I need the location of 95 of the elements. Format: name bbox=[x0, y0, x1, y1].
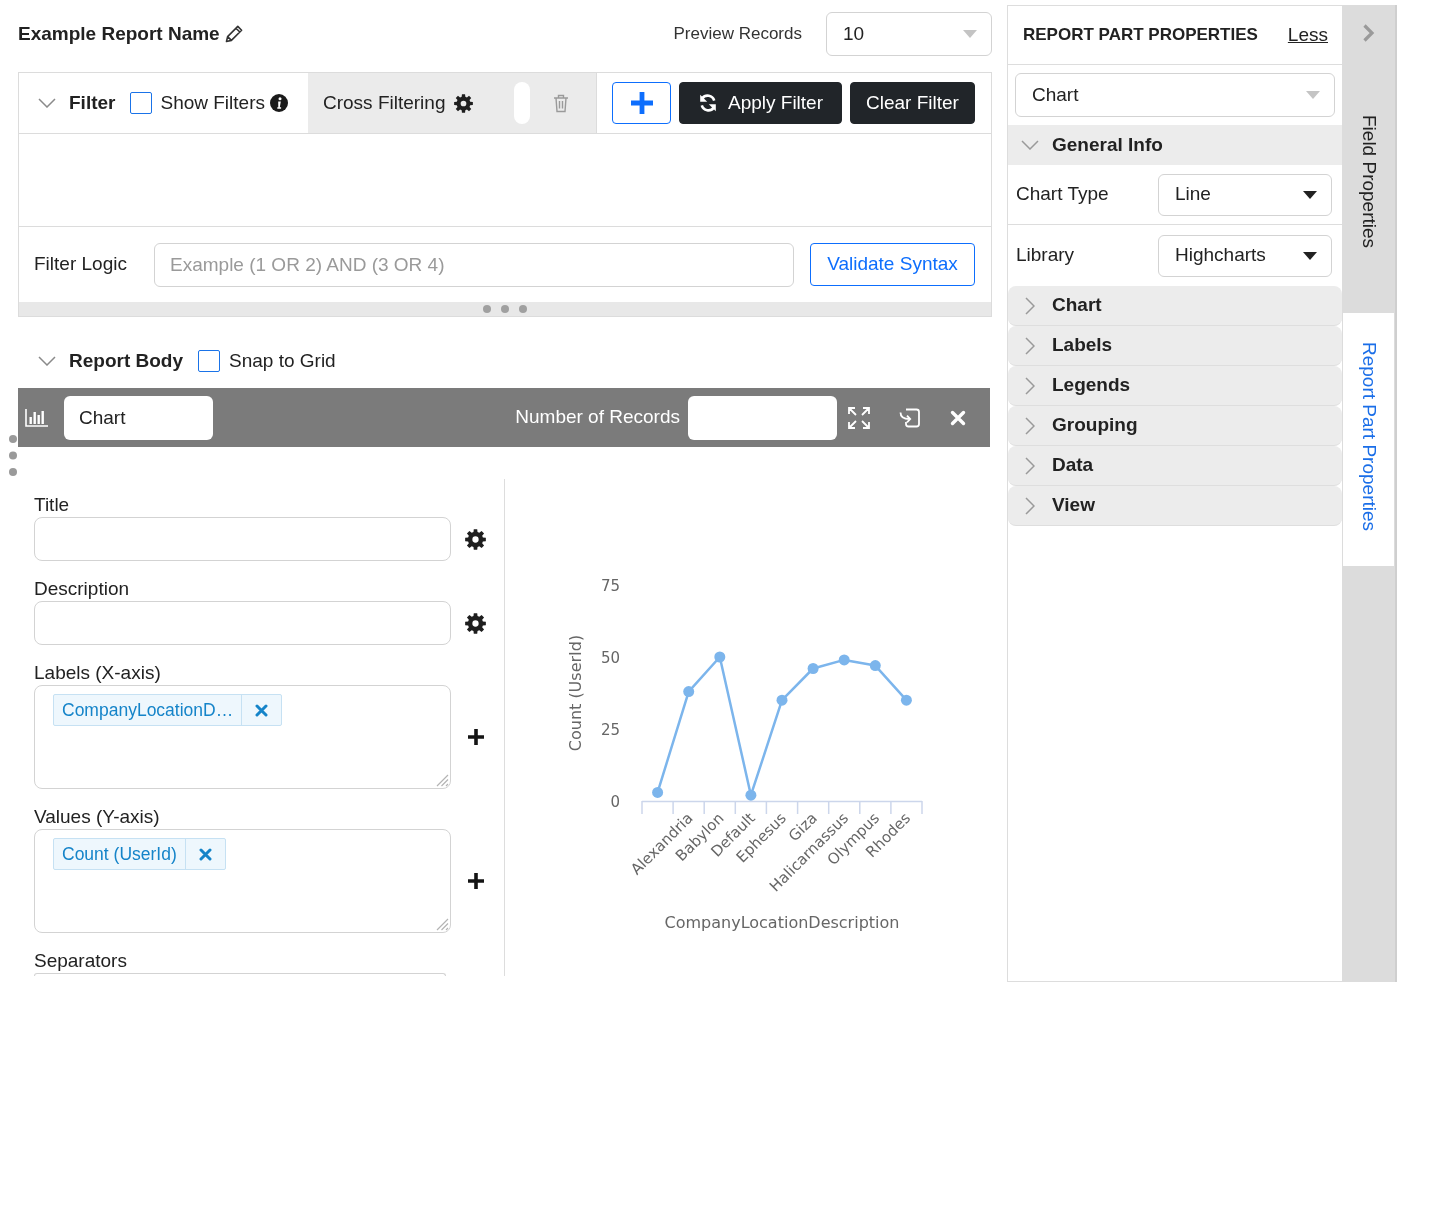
validate-syntax-button[interactable]: Validate Syntax bbox=[810, 243, 975, 286]
chevron-right-icon[interactable] bbox=[1025, 456, 1035, 475]
close-icon[interactable] bbox=[950, 409, 966, 426]
gear-icon[interactable] bbox=[465, 528, 486, 550]
gear-icon[interactable] bbox=[465, 612, 486, 634]
remove-icon[interactable] bbox=[198, 847, 212, 861]
plus-icon bbox=[630, 92, 653, 114]
data-point bbox=[652, 786, 664, 798]
chevron-right-icon[interactable] bbox=[1362, 23, 1375, 43]
cross-filtering-label: Cross Filtering bbox=[323, 90, 446, 115]
property-select[interactable]: Line bbox=[1158, 173, 1332, 216]
checkbox[interactable] bbox=[198, 350, 220, 372]
chip-label: Count (UserId) bbox=[61, 842, 178, 866]
chevron-right-icon[interactable] bbox=[1025, 416, 1035, 435]
resize-grip-icon[interactable] bbox=[435, 917, 449, 931]
section-header[interactable]: View bbox=[1008, 486, 1342, 526]
checkbox[interactable] bbox=[130, 92, 153, 114]
resize-grip-icon[interactable] bbox=[435, 773, 449, 787]
section-header[interactable]: Legends bbox=[1008, 366, 1342, 406]
x-axis-title: CompanyLocationDescription bbox=[664, 913, 900, 932]
plus-icon[interactable] bbox=[468, 729, 484, 745]
report-name: Example Report Name bbox=[18, 21, 220, 46]
info-icon[interactable] bbox=[270, 94, 288, 112]
chip-label: CompanyLocationD… bbox=[61, 698, 235, 722]
expand-icon[interactable] bbox=[848, 406, 870, 429]
section-header[interactable]: Data bbox=[1008, 446, 1342, 486]
text-field[interactable] bbox=[34, 517, 451, 561]
filter-logic-field[interactable]: Example (1 OR 2) AND (3 OR 4) bbox=[154, 242, 794, 287]
side-tab[interactable]: Report Part Properties bbox=[1343, 313, 1394, 566]
data-point bbox=[714, 651, 726, 663]
field-label: Description bbox=[34, 577, 130, 601]
chip-field[interactable]: CompanyLocationD… bbox=[34, 685, 451, 789]
apply-filter-button[interactable]: Apply Filter bbox=[679, 82, 842, 124]
data-point bbox=[900, 694, 912, 706]
y-tick-label: 75 bbox=[600, 576, 620, 595]
text-field[interactable] bbox=[34, 973, 446, 976]
y-tick-label: 25 bbox=[600, 720, 620, 739]
trash-icon[interactable] bbox=[553, 93, 570, 113]
panel-title: REPORT PART PROPERTIES bbox=[1023, 24, 1258, 47]
section-header[interactable]: Chart bbox=[1008, 286, 1342, 326]
checkbox-label: Show Filters bbox=[160, 90, 265, 115]
data-point bbox=[869, 660, 881, 672]
data-point bbox=[807, 663, 819, 674]
caret-icon bbox=[1303, 251, 1317, 260]
filter-logic-label: Filter Logic bbox=[34, 252, 128, 277]
field-label: Separators bbox=[34, 949, 127, 973]
data-point bbox=[745, 789, 757, 801]
section-header[interactable]: Grouping bbox=[1008, 406, 1342, 446]
data-point bbox=[683, 686, 695, 698]
section-header[interactable]: General Info bbox=[1008, 125, 1342, 165]
preview-records-select[interactable]: 10 bbox=[826, 12, 992, 56]
refresh-icon bbox=[698, 93, 718, 113]
checkbox-label: Snap to Grid bbox=[229, 348, 336, 373]
chevron-right-icon[interactable] bbox=[1025, 496, 1035, 515]
drag-handle-icon[interactable] bbox=[9, 435, 17, 476]
plus-icon[interactable] bbox=[468, 873, 484, 889]
clear-filter-button[interactable]: Clear Filter bbox=[850, 82, 975, 124]
field-label: Values (Y-axis) bbox=[34, 805, 160, 829]
records-field[interactable] bbox=[688, 395, 837, 440]
add-filter-button[interactable] bbox=[612, 82, 671, 124]
section-title: Report Body bbox=[69, 348, 183, 373]
y-axis-title: Count (UserId) bbox=[566, 634, 585, 752]
field-label: Labels (X-axis) bbox=[34, 661, 161, 685]
data-point bbox=[776, 694, 788, 706]
y-tick-label: 50 bbox=[600, 648, 620, 667]
text-field[interactable] bbox=[34, 601, 451, 645]
chevron-down-icon[interactable] bbox=[38, 356, 56, 366]
remove-icon[interactable] bbox=[255, 703, 269, 717]
chip-field[interactable]: Count (UserId) bbox=[34, 829, 451, 933]
chevron-right-icon[interactable] bbox=[1025, 376, 1035, 395]
chevron-right-icon[interactable] bbox=[1025, 296, 1035, 315]
caret-icon bbox=[1306, 91, 1320, 99]
part-select[interactable]: Chart bbox=[1015, 73, 1335, 117]
property-select[interactable]: Highcharts bbox=[1158, 234, 1332, 277]
chevron-down-icon[interactable] bbox=[1021, 140, 1039, 150]
records-label: Number of Records bbox=[515, 405, 680, 430]
part-name-field[interactable]: Chart bbox=[64, 395, 213, 440]
section-header[interactable]: Labels bbox=[1008, 326, 1342, 366]
property-label: Chart Type bbox=[1016, 182, 1110, 207]
grip-dots-icon[interactable] bbox=[483, 305, 527, 313]
field-label: Title bbox=[34, 493, 70, 517]
data-point bbox=[838, 654, 850, 666]
preview-records-label: Preview Records bbox=[673, 23, 802, 46]
property-label: Library bbox=[1016, 243, 1076, 268]
window-arrow-icon[interactable] bbox=[899, 406, 920, 429]
section-title: Filter bbox=[69, 90, 116, 115]
pencil-icon[interactable] bbox=[223, 24, 244, 44]
gear-icon[interactable] bbox=[454, 93, 474, 113]
chevron-right-icon[interactable] bbox=[1025, 336, 1035, 355]
bar-chart-icon bbox=[25, 408, 48, 427]
caret-icon bbox=[963, 30, 977, 38]
chevron-down-icon[interactable] bbox=[38, 98, 56, 108]
caret-icon bbox=[1303, 190, 1317, 199]
y-tick-label: 0 bbox=[610, 792, 620, 811]
less-link[interactable]: Less bbox=[1287, 20, 1328, 50]
